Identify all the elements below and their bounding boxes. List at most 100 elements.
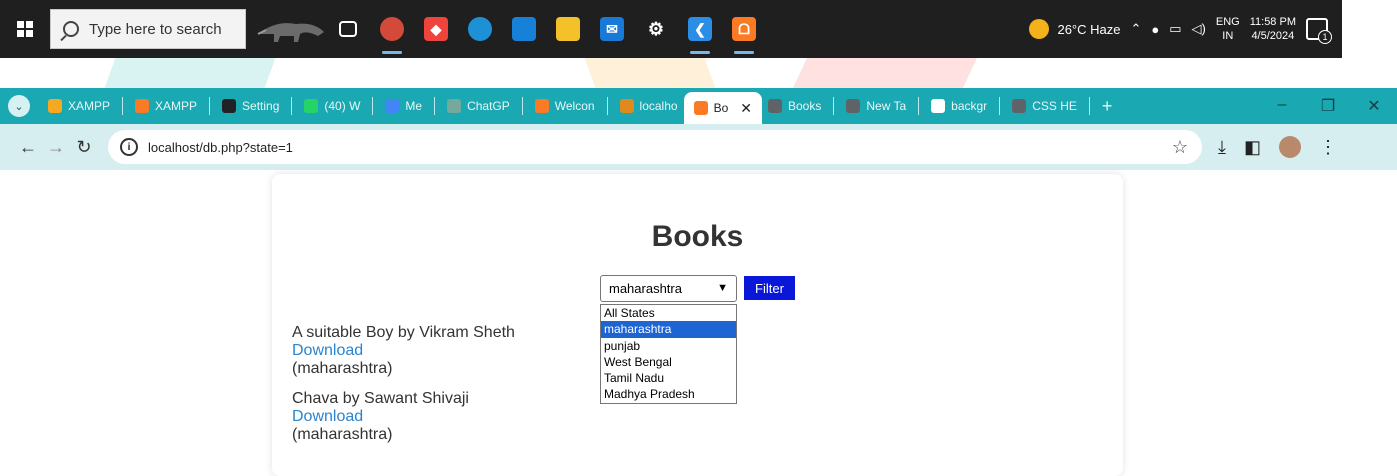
tab-label: Welcon: [554, 99, 595, 113]
tray-mic-icon[interactable]: ●: [1151, 22, 1159, 37]
site-info-icon[interactable]: i: [120, 138, 138, 156]
tab-favicon-icon: [931, 99, 946, 113]
tab-label: CSS HE: [1032, 99, 1077, 113]
task-view-icon[interactable]: [326, 0, 370, 58]
tab-search-chevron-icon[interactable]: ⌄: [8, 95, 30, 117]
new-tab-button[interactable]: +: [1096, 88, 1119, 124]
taskbar-mail-icon[interactable]: ✉: [590, 0, 634, 58]
tab-separator: [434, 97, 436, 115]
side-panel-icon[interactable]: ◧: [1244, 137, 1261, 158]
download-link[interactable]: Download: [292, 408, 469, 426]
tab-favicon-icon: [447, 99, 462, 113]
taskbar-edge-icon[interactable]: [458, 0, 502, 58]
window-controls: – ❐ ✕: [1259, 96, 1397, 116]
tab-favicon-icon: [385, 99, 400, 113]
browser-tab[interactable]: New Ta: [840, 88, 925, 124]
state-option[interactable]: maharashtra: [601, 321, 736, 338]
weather-widget[interactable]: 26°C Haze: [1029, 19, 1120, 39]
start-button[interactable]: [0, 0, 50, 58]
tab-separator: [122, 97, 124, 115]
tab-favicon-icon: [1012, 99, 1027, 113]
state-option[interactable]: punjab: [601, 338, 736, 354]
browser-tab[interactable]: (40) W: [298, 88, 379, 124]
notification-icon[interactable]: 1: [1306, 18, 1332, 44]
state-select[interactable]: maharashtra ▼: [600, 275, 737, 302]
tab-label: localho: [639, 99, 678, 113]
notification-count: 1: [1318, 30, 1332, 44]
restore-icon[interactable]: ❐: [1305, 96, 1351, 116]
tab-label: XAMPP: [68, 99, 111, 113]
taskbar-chrome-icon[interactable]: [370, 0, 414, 58]
tab-separator: [918, 97, 920, 115]
browser-tab[interactable]: backgr: [925, 88, 1006, 124]
browser-tab[interactable]: CSS HE: [1006, 88, 1096, 124]
taskbar-search-placeholder: Type here to search: [89, 20, 222, 38]
state-option[interactable]: All States: [601, 305, 736, 321]
taskbar-search[interactable]: Type here to search: [50, 9, 246, 49]
state-option[interactable]: Madhya Pradesh: [601, 386, 736, 402]
taskbar-explorer-icon[interactable]: [546, 0, 590, 58]
state-option[interactable]: Tamil Nadu: [601, 370, 736, 386]
tray-chevron-icon[interactable]: ⌃: [1130, 21, 1141, 37]
clock-time: 11:58 PM: [1249, 16, 1296, 28]
tab-label: Books: [788, 99, 822, 113]
tab-favicon-icon: [48, 99, 62, 113]
taskbar: Type here to search ◆ ✉ ⚙ ❮ ᗝ 26°C Haze …: [0, 0, 1342, 58]
browser-tab[interactable]: XAMPP: [42, 88, 129, 124]
download-link[interactable]: Download: [292, 342, 515, 360]
close-window-icon[interactable]: ✕: [1351, 96, 1397, 116]
clock-date: 4/5/2024: [1251, 30, 1295, 42]
browser-tab[interactable]: XAMPP: [129, 88, 216, 124]
browser-tab[interactable]: Bo ✕: [683, 92, 762, 124]
language-region: IN: [1222, 30, 1234, 42]
book-title: A suitable Boy by Vikram Sheth: [292, 324, 515, 341]
back-arrow-icon[interactable]: ←: [14, 137, 42, 158]
tab-separator: [833, 97, 835, 115]
browser-tab[interactable]: ChatGP: [441, 88, 529, 124]
tab-separator: [521, 97, 523, 115]
tab-label: XAMPP: [155, 99, 198, 113]
tray-network-icon[interactable]: ▭: [1169, 21, 1181, 37]
tab-favicon-icon: [693, 101, 708, 115]
anteater-illustration-icon: [256, 12, 326, 46]
tab-favicon-icon: [619, 99, 634, 113]
download-icon[interactable]: ⤓: [1218, 137, 1226, 158]
filter-button[interactable]: Filter: [744, 276, 795, 300]
browser-tab[interactable]: Me: [379, 88, 441, 124]
language-code: ENG: [1215, 16, 1240, 28]
menu-kebab-icon[interactable]: ⋮: [1319, 137, 1337, 158]
taskbar-settings-icon[interactable]: ⚙: [634, 0, 678, 58]
profile-avatar[interactable]: [1278, 136, 1301, 158]
browser-tab[interactable]: localho: [614, 88, 684, 124]
book-state: (maharashtra): [292, 360, 393, 377]
taskbar-xampp-icon[interactable]: ᗝ: [722, 0, 766, 58]
search-icon: [63, 21, 79, 37]
taskbar-vscode-icon[interactable]: ❮: [678, 0, 722, 58]
tray-volume-icon[interactable]: ◁): [1192, 21, 1206, 37]
tabs-container: XAMPP XAMPP Setting (40) W Me ChatGP Welcon loc…: [42, 88, 1096, 124]
reload-icon[interactable]: ↻: [70, 137, 98, 158]
tab-favicon-icon: [222, 99, 237, 113]
browser-tab[interactable]: Setting: [216, 88, 298, 124]
tab-label: Setting: [242, 99, 280, 113]
address-bar[interactable]: i localhost/db.php?state=1 ☆: [108, 130, 1202, 164]
taskbar-store-icon[interactable]: [502, 0, 546, 58]
book-state: (maharashtra): [292, 426, 393, 443]
browser-tab[interactable]: Books: [762, 88, 840, 124]
forward-arrow-icon[interactable]: →: [42, 137, 70, 158]
tab-favicon-icon: [768, 99, 782, 113]
bookmark-star-icon[interactable]: ☆: [1172, 137, 1188, 158]
taskbar-anydesk-icon[interactable]: ◆: [414, 0, 458, 58]
minimize-icon[interactable]: –: [1259, 96, 1305, 116]
close-tab-icon[interactable]: ✕: [740, 100, 752, 117]
weather-text: 26°C Haze: [1057, 21, 1121, 37]
clock[interactable]: 11:58 PM 4/5/2024: [1250, 15, 1296, 43]
tab-label: Me: [405, 99, 423, 113]
books-card: Books maharashtra ▼ Filter All States mah…: [272, 174, 1123, 476]
browser-tab[interactable]: Welcon: [529, 88, 614, 124]
toolbar: ← → ↻ i localhost/db.php?state=1 ☆ ⤓ ◧ ⋮: [0, 124, 1397, 170]
language-indicator[interactable]: ENG IN: [1216, 15, 1240, 43]
address-url: localhost/db.php?state=1: [148, 139, 293, 155]
browser-tab-strip: ⌄ XAMPP XAMPP Setting (40) W Me ChatGP Welcon l…: [0, 88, 1397, 124]
state-option[interactable]: West Bengal: [601, 354, 736, 370]
